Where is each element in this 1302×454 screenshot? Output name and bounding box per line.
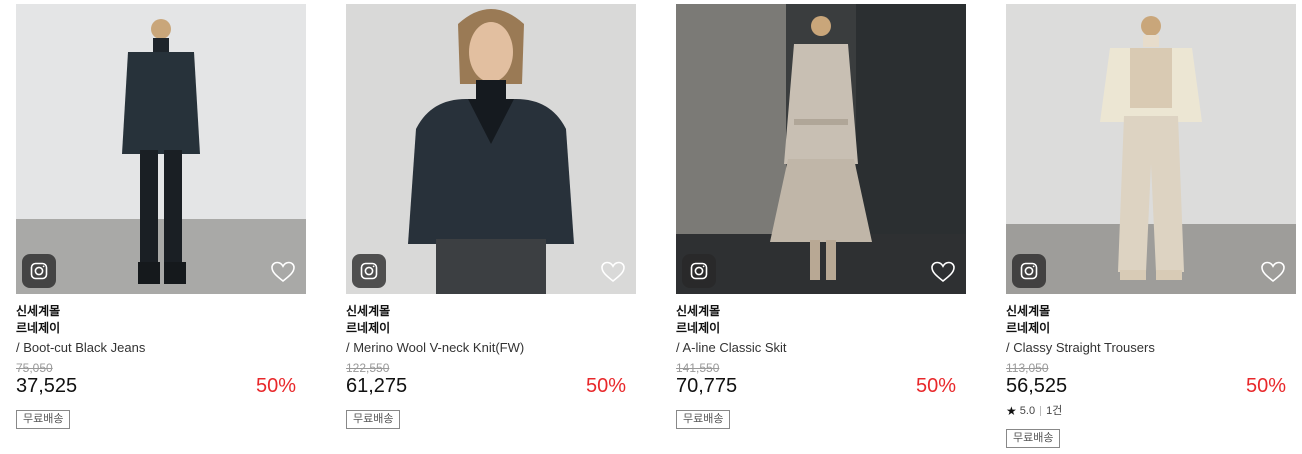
product-name[interactable]: / Merino Wool V-neck Knit(FW): [346, 340, 524, 356]
star-icon: ★: [1006, 404, 1017, 418]
free-shipping-badge: 무료배송: [346, 410, 401, 429]
product-card[interactable]: 신세계몰 르네제이 / Classy Straight Trousers 113…: [1006, 4, 1296, 454]
heart-icon[interactable]: [270, 260, 296, 284]
product-card[interactable]: 신세계몰 르네제이 / A-line Classic Skit 141,550 …: [676, 4, 966, 454]
mall-name[interactable]: 신세계몰: [676, 304, 720, 318]
rating-score: 5.0: [1019, 405, 1036, 417]
original-price: 141,550: [676, 361, 720, 375]
rating-divider: [1040, 406, 1042, 416]
product-image[interactable]: [346, 4, 636, 294]
product-card[interactable]: 신세계몰 르네제이 / Boot-cut Black Jeans 75,050 …: [16, 4, 306, 454]
product-grid: 신세계몰 르네제이 / Boot-cut Black Jeans 75,050 …: [0, 0, 1302, 454]
brand-name[interactable]: 르네제이: [676, 321, 720, 335]
camera-icon[interactable]: [682, 254, 716, 288]
free-shipping-badge: 무료배송: [1006, 429, 1061, 448]
original-price: 75,050: [16, 361, 53, 375]
mall-name[interactable]: 신세계몰: [346, 304, 390, 318]
brand-name[interactable]: 르네제이: [346, 321, 390, 335]
free-shipping-badge: 무료배송: [676, 410, 731, 429]
product-name[interactable]: / Boot-cut Black Jeans: [16, 340, 145, 356]
model-photo: [346, 4, 636, 294]
product-image[interactable]: [16, 4, 306, 294]
sale-price: 56,525: [1006, 375, 1068, 397]
discount-rate: 50%: [1245, 375, 1286, 397]
product-image[interactable]: [1006, 4, 1296, 294]
discount-rate: 50%: [915, 375, 956, 397]
free-shipping-badge: 무료배송: [16, 410, 71, 429]
product-info: 신세계몰 르네제이 / A-line Classic Skit 141,550 …: [676, 294, 966, 454]
sale-price: 70,775: [676, 375, 738, 397]
model-photo: [16, 4, 306, 294]
product-info: 신세계몰 르네제이 / Merino Wool V-neck Knit(FW) …: [346, 294, 636, 454]
product-info: 신세계몰 르네제이 / Classy Straight Trousers 113…: [1006, 294, 1296, 454]
model-photo: [1006, 4, 1296, 294]
product-image[interactable]: [676, 4, 966, 294]
product-name[interactable]: / A-line Classic Skit: [676, 340, 787, 356]
mall-name[interactable]: 신세계몰: [1006, 304, 1050, 318]
model-photo: [676, 4, 966, 294]
sale-price: 37,525: [16, 375, 78, 397]
product-name[interactable]: / Classy Straight Trousers: [1006, 340, 1155, 356]
heart-icon[interactable]: [600, 260, 626, 284]
product-info: 신세계몰 르네제이 / Boot-cut Black Jeans 75,050 …: [16, 294, 306, 454]
discount-rate: 50%: [585, 375, 626, 397]
heart-icon[interactable]: [930, 260, 956, 284]
mall-name[interactable]: 신세계몰: [16, 304, 60, 318]
rating-summary[interactable]: ★ 5.0 1건: [1006, 404, 1062, 418]
discount-rate: 50%: [255, 375, 296, 397]
brand-name[interactable]: 르네제이: [16, 321, 60, 335]
camera-icon[interactable]: [22, 254, 56, 288]
brand-name[interactable]: 르네제이: [1006, 321, 1050, 335]
camera-icon[interactable]: [352, 254, 386, 288]
original-price: 122,550: [346, 361, 390, 375]
review-count: 1건: [1046, 405, 1063, 417]
product-card[interactable]: 신세계몰 르네제이 / Merino Wool V-neck Knit(FW) …: [346, 4, 636, 454]
sale-price: 61,275: [346, 375, 408, 397]
heart-icon[interactable]: [1260, 260, 1286, 284]
original-price: 113,050: [1006, 361, 1049, 375]
camera-icon[interactable]: [1012, 254, 1046, 288]
